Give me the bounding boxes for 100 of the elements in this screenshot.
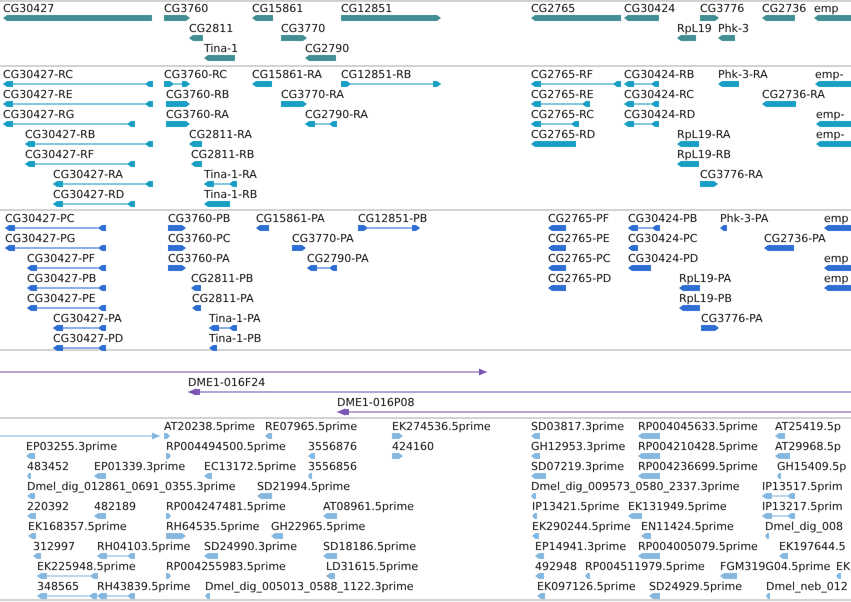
gene-glyph[interactable]	[305, 55, 336, 61]
protein-glyph[interactable]	[168, 225, 186, 231]
clone-glyph[interactable]	[337, 408, 851, 416]
protein-glyph[interactable]	[548, 225, 566, 231]
est-glyph[interactable]	[535, 553, 544, 559]
transcript-glyph[interactable]	[815, 81, 851, 87]
est-glyph[interactable]	[532, 533, 539, 539]
gene-glyph[interactable]	[718, 35, 735, 41]
clone-glyph[interactable]	[188, 388, 851, 396]
est-glyph[interactable]	[166, 453, 171, 459]
est-glyph[interactable]	[204, 553, 218, 559]
gene-glyph[interactable]	[624, 15, 659, 21]
transcript-glyph[interactable]	[531, 141, 576, 147]
est-glyph[interactable]	[535, 573, 544, 579]
protein-glyph[interactable]	[53, 325, 106, 331]
gene-glyph[interactable]	[164, 15, 190, 21]
transcript-glyph[interactable]	[25, 161, 135, 167]
est-glyph[interactable]	[97, 553, 135, 559]
est-glyph[interactable]	[532, 513, 537, 519]
est-glyph[interactable]	[37, 573, 98, 579]
transcript-glyph[interactable]	[624, 121, 659, 127]
transcript-glyph[interactable]	[762, 101, 796, 107]
transcript-glyph[interactable]	[281, 101, 307, 107]
est-glyph[interactable]	[392, 453, 403, 459]
est-glyph[interactable]	[33, 553, 41, 559]
est-glyph[interactable]	[94, 473, 106, 479]
transcript-glyph[interactable]	[700, 181, 718, 187]
protein-glyph[interactable]	[824, 265, 851, 271]
est-glyph[interactable]	[531, 453, 540, 459]
protein-glyph[interactable]	[548, 285, 566, 291]
protein-glyph[interactable]	[191, 285, 201, 291]
gene-glyph[interactable]	[189, 35, 203, 41]
transcript-glyph[interactable]	[53, 181, 153, 187]
est-glyph[interactable]	[27, 493, 35, 499]
protein-glyph[interactable]	[27, 265, 106, 271]
est-glyph[interactable]	[271, 533, 283, 539]
est-glyph[interactable]	[537, 593, 545, 599]
protein-glyph[interactable]	[53, 345, 106, 351]
transcript-glyph[interactable]	[204, 181, 237, 187]
protein-glyph[interactable]	[27, 305, 106, 311]
protein-glyph[interactable]	[358, 225, 420, 231]
est-glyph[interactable]	[205, 593, 210, 599]
gene-glyph[interactable]	[341, 15, 441, 21]
protein-glyph[interactable]	[628, 225, 660, 231]
est-glyph[interactable]	[775, 433, 785, 439]
gene-glyph[interactable]	[204, 55, 235, 61]
est-glyph[interactable]	[641, 533, 651, 539]
est-glyph[interactable]	[94, 513, 106, 519]
gene-glyph[interactable]	[531, 15, 621, 21]
est-glyph[interactable]	[649, 593, 660, 599]
est-glyph[interactable]	[166, 533, 186, 539]
est-glyph[interactable]	[308, 453, 315, 459]
transcript-glyph[interactable]	[191, 161, 202, 167]
protein-glyph[interactable]	[628, 245, 638, 251]
transcript-glyph[interactable]	[164, 81, 190, 87]
protein-glyph[interactable]	[701, 325, 719, 331]
est-glyph[interactable]	[531, 433, 540, 439]
est-glyph[interactable]	[27, 513, 36, 519]
gene-glyph[interactable]	[700, 15, 719, 21]
protein-glyph[interactable]	[307, 265, 337, 271]
transcript-glyph[interactable]	[816, 141, 851, 147]
est-glyph[interactable]	[166, 573, 171, 579]
est-glyph[interactable]	[628, 513, 642, 519]
est-glyph[interactable]	[27, 473, 31, 479]
transcript-glyph[interactable]	[3, 101, 153, 107]
est-glyph[interactable]	[766, 593, 770, 599]
est-glyph[interactable]	[28, 533, 36, 539]
gene-glyph[interactable]	[814, 15, 851, 21]
transcript-glyph[interactable]	[166, 121, 190, 127]
est-glyph[interactable]	[308, 473, 312, 479]
protein-glyph[interactable]	[168, 265, 186, 271]
protein-glyph[interactable]	[5, 245, 106, 251]
protein-glyph[interactable]	[256, 225, 269, 231]
protein-glyph[interactable]	[209, 345, 217, 351]
transcript-glyph[interactable]	[531, 121, 579, 127]
est-glyph[interactable]	[392, 433, 403, 439]
est-glyph[interactable]	[164, 433, 170, 439]
transcript-glyph[interactable]	[166, 101, 190, 107]
est-glyph[interactable]	[585, 573, 590, 579]
est-glyph[interactable]	[257, 493, 272, 499]
protein-glyph[interactable]	[168, 245, 186, 251]
transcript-glyph[interactable]	[816, 121, 851, 127]
est-glyph[interactable]	[166, 513, 171, 519]
transcript-glyph[interactable]	[25, 141, 153, 147]
protein-glyph[interactable]	[209, 325, 237, 331]
est-glyph[interactable]	[762, 513, 795, 519]
est-glyph[interactable]	[531, 493, 536, 499]
est-glyph[interactable]	[531, 473, 546, 479]
est-glyph[interactable]	[204, 473, 212, 479]
est-glyph[interactable]	[323, 513, 337, 519]
est-glyph[interactable]	[0, 432, 160, 440]
transcript-glyph[interactable]	[3, 81, 153, 87]
est-glyph[interactable]	[720, 573, 737, 579]
est-glyph[interactable]	[265, 433, 272, 439]
est-glyph[interactable]	[777, 473, 781, 479]
transcript-glyph[interactable]	[624, 101, 659, 107]
est-glyph[interactable]	[762, 493, 795, 499]
protein-glyph[interactable]	[192, 305, 201, 311]
protein-glyph[interactable]	[548, 265, 566, 271]
gene-glyph[interactable]	[762, 15, 795, 21]
